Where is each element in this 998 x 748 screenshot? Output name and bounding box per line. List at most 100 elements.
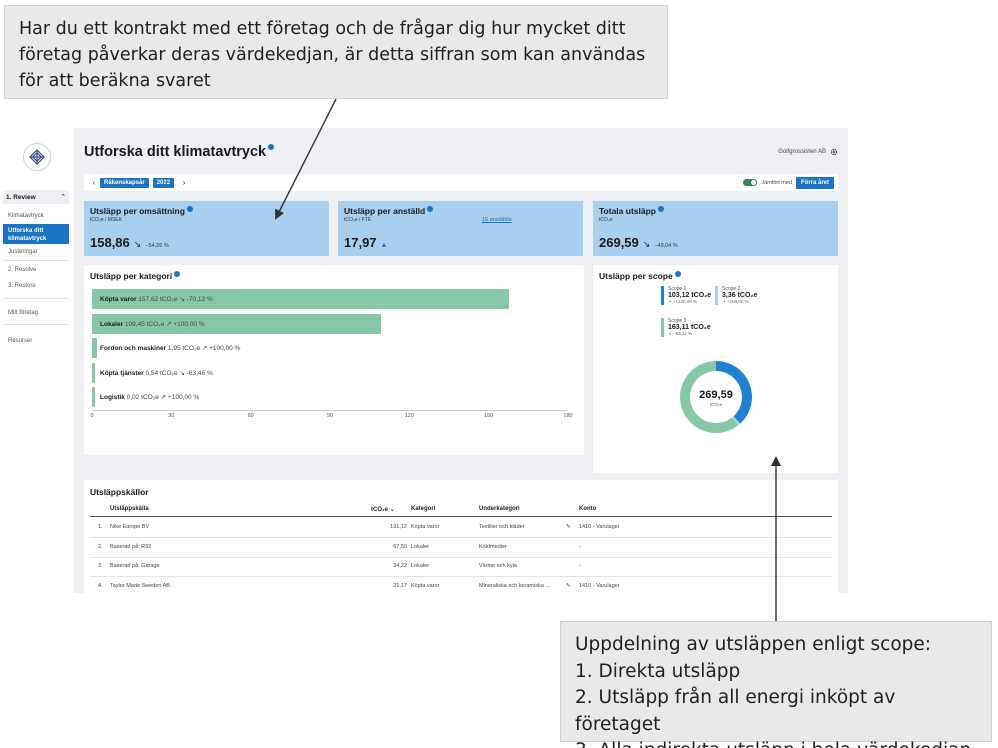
page-title: Utforska ditt klimatavtryck [84,144,275,160]
info-icon[interactable] [174,271,181,277]
x-tick-label: 150 [484,413,494,419]
previous-year-button[interactable]: Förra året [795,176,834,189]
period-toolbar: ‹ Räkenskapsår 2022 › Jämfört med Förra … [84,174,838,191]
sidebar-item-restore[interactable]: 3. Restore [3,281,69,291]
x-tick-label: 0 [90,413,94,419]
kpi-value: 158,86 ↘ −54,26 % [90,235,169,250]
chevron-right-icon[interactable]: › [178,178,190,187]
logo-icon[interactable] [23,143,51,171]
cell-source: Baserad på: R32 [110,543,152,550]
edit-icon[interactable]: ✎ [566,524,571,530]
callout-bottom-line: 3. Alla indirekta utsläpp i hela värdeke… [575,738,977,748]
cell-account: - [579,563,581,569]
table-row[interactable]: 1. Nike Europe BV 131,12 Köpta varor Textili… [90,518,832,538]
compare-toggle[interactable] [743,179,758,186]
table-row[interactable]: 4. Taylor Made Sweden AB 21,17 Köpta varor M… [90,577,832,594]
bar-row[interactable]: Fordon och maskiner 1,95 tCO₂e ↗ +100,00… [92,338,568,358]
info-icon[interactable] [427,206,434,212]
panel-title-text: Utsläpp per kategori [90,271,173,281]
sidebar-item-resurser[interactable]: Resurser [3,336,69,346]
bar-row[interactable]: Lokaler 109,45 tCO₂e ↗ +100,00 % [92,313,568,334]
scope-legend-1: Scope 1 103,12 tCO₂e ↗ +1130,00 % [661,286,711,305]
kpi-card-employee: Utsläpp per anställd tCO₂e / FTE 15 anst… [338,201,583,256]
company-selector[interactable]: Golfgrossisten AB [778,148,838,156]
kpi-title: Totala utsläpp [599,206,832,216]
sidebar-item-utforska[interactable]: Utforska ditt klimatavtryck [3,224,69,244]
kpi-title-text: Utsläpp per anställd [344,206,426,216]
scope-delta: ↘ −63,11 % [668,331,692,336]
cell-subcategory: Textilier och kläder [479,524,525,530]
info-icon[interactable] [674,271,681,277]
kpi-card-total: Totala utsläpp tCO₂e 269,59 ↘ −49,04 % [593,201,838,256]
bar-label: Logistik 0,02 tCO₂e ↗ +100,00 % [100,393,199,401]
table-row[interactable]: 2. Baserad på: R32 67,50 Lokaler Köldmedier - [90,538,832,558]
bar-row[interactable]: Köpta tjänster 0,54 tCO₂e ↘ -63,46 % [92,362,568,383]
cell-source: Taylor Made Sweden AB [110,582,170,589]
cell-num: 1. [98,524,103,530]
bar-row[interactable]: Köpta varor 157,62 tCO₂e ↘ -70,12 % [92,289,568,309]
cell-num: 4. [98,582,103,589]
sidebar-item-klimatavtryck[interactable]: Klimatavtryck [3,211,69,221]
bar-category: Logistik [100,394,125,401]
sidebar-item-mitt-foretag[interactable]: Mitt företag [3,308,69,318]
kpi-card-revenue: Utsläpp per omsättning tCO₂e / MSEK 158,… [84,201,329,256]
cell-subcategory: Värme och kyla [479,563,517,569]
bar-row[interactable]: Logistik 0,02 tCO₂e ↗ +100,00 % [92,387,568,407]
compare-label: Jämfört med [761,179,792,186]
cell-category: Köpta varor [411,524,440,530]
cell-subcategory: Mineraliska och keramiska ... [479,582,550,589]
info-icon[interactable] [268,144,275,150]
nav-section-label: 1. Review [6,193,36,201]
cell-num: 2. [98,543,103,550]
bar-category: Lokaler [100,320,124,328]
kpi-unit: tCO₂e / FTE [344,217,372,223]
bar [92,362,95,383]
bar-category: Köpta tjänster [100,369,144,377]
scope-value: 163,11 tCO₂e [668,324,711,331]
info-icon[interactable] [658,206,664,212]
kpi-delta: −54,26 % [145,243,169,249]
kpi-title-text: Utsläpp per omsättning [90,206,185,216]
cell-account: 1410 - Varulager [579,524,620,530]
info-icon[interactable] [186,206,193,212]
chevron-down-icon: ⌄ [389,507,395,513]
column-header[interactable]: Underkategori [479,506,520,512]
cell-value: 21,17 [393,582,407,589]
chevron-left-icon[interactable]: ‹ [88,178,100,187]
table-row[interactable]: 3. Baserad på: Garage 34,22 Lokaler Värme oc… [90,557,832,577]
bar [92,387,95,407]
kpi-value-text: 269,59 [599,235,639,250]
company-name: Golfgrossisten AB [778,149,826,155]
kpi-value-text: 158,86 [90,235,130,250]
header-divider [90,516,832,517]
year-button[interactable]: 2022 [152,177,175,188]
scope-legend-3: Scope 3 163,11 tCO₂e ↘ −63,11 % [661,318,711,337]
chevron-up-icon: ⌃ [60,194,66,201]
scope-delta: ↗ +100,00 % [722,299,749,304]
column-header[interactable]: Utsläppskälla [110,506,149,512]
callout-bottom-line: 1. Direkta utsläpp [575,660,741,682]
bar-value: 157,62 tCO₂e ↘ -70,12 % [136,296,213,303]
column-header[interactable]: Konto [579,506,596,512]
employees-link[interactable]: 15 anställda [482,217,512,223]
column-header-sort[interactable]: tCO₂e ⌄ [371,506,395,513]
cell-category: Lokaler [411,563,430,569]
app-window: 1. Review ⌃ Klimatavtryck Utforska ditt … [0,128,848,593]
sidebar-item-resolve[interactable]: 2. Resolve [3,265,69,275]
donut-total: 269,59 [699,389,733,401]
column-header[interactable]: Kategori [411,506,435,512]
bar-category: Fordon och maskiner [100,345,167,352]
nav-section-review[interactable]: 1. Review ⌃ [3,190,69,204]
period-type-button[interactable]: Räkenskapsår [100,177,149,188]
panel-title: Utsläpp per kategori [90,271,181,281]
cell-value: 131,12 [390,524,407,530]
sidebar-item-justeringar[interactable]: Justeringar [3,247,69,257]
kpi-delta: −49,04 % [654,243,678,249]
x-tick-label: 180 [563,413,573,419]
kpi-value: 269,59 ↘ −49,04 % [599,235,678,250]
cell-subcategory: Köldmedier [479,543,507,550]
x-tick-label: 90 [326,413,334,419]
callout-bottom: Uppdelning av utsläppen enligt scope: 1.… [560,621,992,748]
edit-icon[interactable]: ✎ [566,583,571,589]
gear-icon[interactable] [830,148,838,156]
